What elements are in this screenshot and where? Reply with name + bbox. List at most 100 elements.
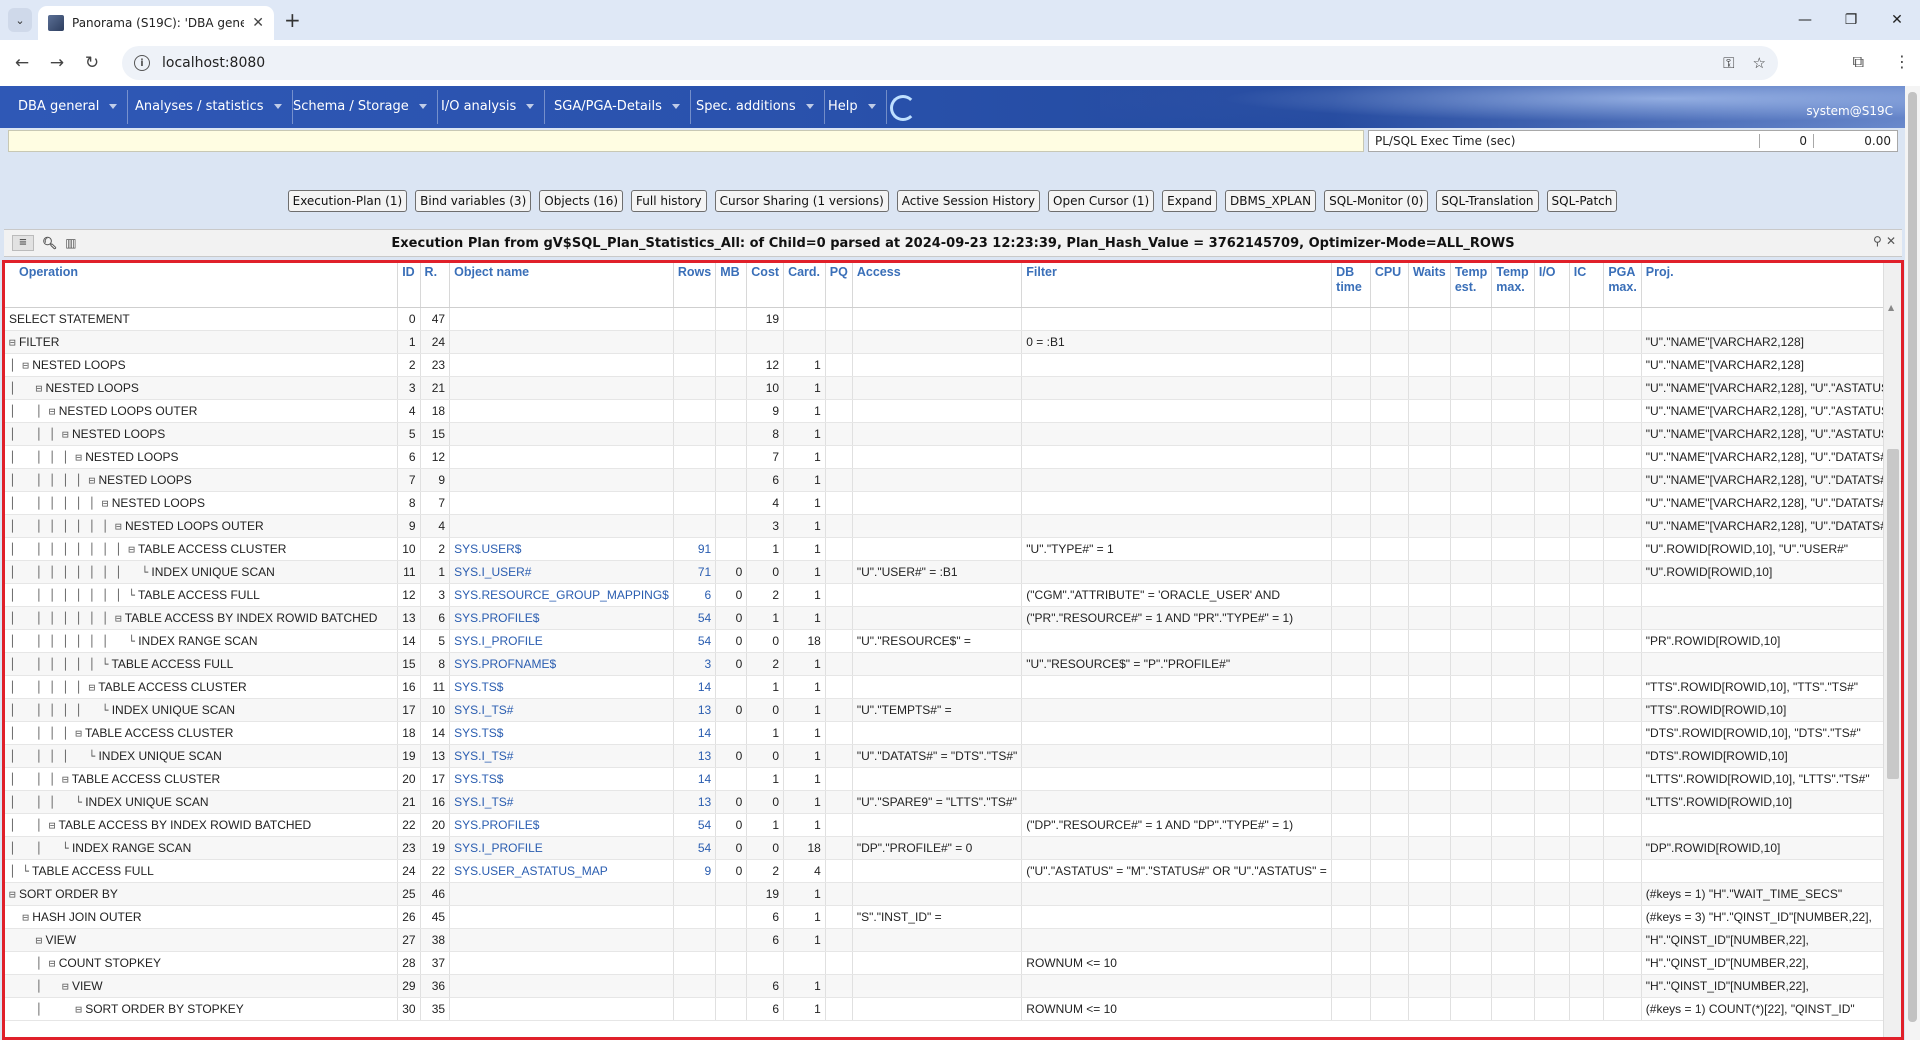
column-header[interactable]: CPU (1370, 263, 1409, 308)
column-header[interactable]: DB time (1331, 263, 1371, 308)
cell-rows[interactable]: 14 (673, 767, 717, 791)
table-row[interactable]: │ │ │ │ │ │ └ TABLE ACCESS FULL 15 8 SYS.PR… (5, 652, 1901, 676)
minimize-icon[interactable]: — (1782, 0, 1828, 40)
menu-schema-storage[interactable]: Schema / Storage (279, 90, 438, 124)
cell-rows[interactable]: 13 (673, 744, 717, 768)
tree-indent-icon[interactable]: │ │ │ │ ⊟ (9, 727, 82, 740)
tree-indent-icon[interactable]: ⊟ (9, 336, 16, 349)
reload-icon[interactable]: ↻ (79, 53, 105, 73)
table-row[interactable]: │ │ │ │ │ │ │ │ └ TABLE ACCESS FULL 12 3 SY… (5, 583, 1901, 607)
active-session-history-button[interactable]: Active Session History (896, 190, 1041, 212)
cell-obj[interactable]: SYS.PROFILE$ (449, 606, 674, 630)
tree-indent-icon[interactable]: │ │ │ ⊟ (9, 428, 69, 441)
tree-indent-icon[interactable]: │ │ │ │ │ │ │ │ └ (9, 566, 148, 579)
window-close-icon[interactable]: ✕ (1874, 0, 1920, 40)
table-row[interactable]: │ │ └ INDEX RANGE SCAN 23 19 SYS.I_PROFILE 5… (5, 836, 1901, 860)
cell-obj[interactable]: SYS.PROFILE$ (449, 813, 674, 837)
table-row[interactable]: ⊟ SORT ORDER BY 25 46 19 1 (#keys = 1) "H"."W… (5, 882, 1901, 906)
table-row[interactable]: │ ⊟ NESTED LOOPS 3 21 10 1 "U"."NAME"[VARCHAR… (5, 376, 1901, 400)
tree-indent-icon[interactable]: │ └ (9, 865, 29, 878)
tree-indent-icon[interactable]: │ │ │ │ │ ⊟ (9, 681, 95, 694)
cell-rows[interactable]: 9 (673, 859, 717, 883)
tree-indent-icon[interactable]: │ │ │ │ └ (9, 750, 95, 763)
cell-obj[interactable]: SYS.I_TS# (449, 698, 674, 722)
browser-tab[interactable]: Panorama (S19C): 'DBA genera ✕ (38, 6, 274, 40)
tree-indent-icon[interactable]: │ ⊟ (9, 382, 42, 395)
tree-indent-icon[interactable]: │ │ │ ⊟ (9, 773, 69, 786)
cell-rows[interactable]: 71 (673, 560, 717, 584)
column-header[interactable]: Waits (1408, 263, 1451, 308)
column-header[interactable]: Access (852, 263, 1023, 308)
column-header[interactable]: IC (1569, 263, 1605, 308)
tree-indent-icon[interactable]: ⊟ (9, 934, 42, 947)
table-row[interactable]: │ │ │ │ │ ⊟ TABLE ACCESS CLUSTER 16 11 SYS.… (5, 675, 1901, 699)
column-header[interactable]: ID (397, 263, 421, 308)
page-scrollbar[interactable] (1905, 86, 1920, 1040)
open-cursor-button[interactable]: Open Cursor (1) (1048, 190, 1155, 212)
cell-rows[interactable]: 13 (673, 698, 717, 722)
table-row[interactable]: │ │ │ │ │ │ ⊟ NESTED LOOPS 8 7 4 1 "U"."NAME"… (5, 491, 1901, 515)
cell-obj[interactable]: SYS.TS$ (449, 721, 674, 745)
table-row[interactable]: │ │ │ │ └ INDEX UNIQUE SCAN 19 13 SYS.I_TS#… (5, 744, 1901, 768)
site-info-icon[interactable]: i (134, 55, 150, 71)
tree-indent-icon[interactable]: │ │ │ │ │ │ │ ⊟ (9, 612, 122, 625)
tree-indent-icon[interactable]: │ │ │ │ │ ⊟ (9, 474, 95, 487)
sql-translation-button[interactable]: SQL-Translation (1436, 190, 1539, 212)
tree-indent-icon[interactable]: │ │ └ (9, 842, 69, 855)
table-row[interactable]: │ │ ⊟ NESTED LOOPS OUTER 4 18 9 1 "U"."NAME"[… (5, 399, 1901, 423)
tree-indent-icon[interactable]: │ │ │ │ │ └ (9, 704, 108, 717)
url-text[interactable]: localhost:8080 (162, 55, 1723, 71)
cell-obj[interactable]: SYS.TS$ (449, 675, 674, 699)
cell-obj[interactable]: SYS.TS$ (449, 767, 674, 791)
menu-dba-general[interactable]: DBA general (4, 90, 129, 124)
menu-analyses-statistics[interactable]: Analyses / statistics (121, 90, 293, 124)
execution-plan-button[interactable]: Execution-Plan (1) (287, 190, 408, 212)
column-header[interactable]: Temp est. (1450, 263, 1493, 308)
cell-rows[interactable]: 91 (673, 537, 717, 561)
table-row[interactable]: │ ⊟ SORT ORDER BY STOPKEY 30 35 6 1 ROWNUM <=… (5, 997, 1901, 1021)
cell-obj[interactable]: SYS.I_PROFILE (449, 836, 674, 860)
table-row[interactable]: │ │ │ │ │ │ │ ⊟ TABLE ACCESS BY INDEX RO… (5, 606, 1901, 630)
cell-obj[interactable]: SYS.USER$ (449, 537, 674, 561)
menu-io-analysis[interactable]: I/O analysis (427, 90, 546, 124)
tree-indent-icon[interactable]: │ │ │ │ │ │ │ ⊟ (9, 520, 122, 533)
cell-rows[interactable]: 54 (673, 836, 717, 860)
column-header[interactable]: Filter (1021, 263, 1333, 308)
bind-variables-button[interactable]: Bind variables (3) (415, 190, 532, 212)
page-scrollbar-thumb[interactable] (1908, 92, 1917, 1022)
cell-rows[interactable]: 54 (673, 813, 717, 837)
column-header[interactable]: PGA max. (1603, 263, 1642, 308)
tree-indent-icon[interactable]: │ │ │ │ │ │ │ │ └ (9, 589, 135, 602)
column-header[interactable]: Proj. (1641, 263, 1901, 308)
cell-obj[interactable]: SYS.PROFNAME$ (449, 652, 674, 676)
tree-indent-icon[interactable]: │ │ ⊟ (9, 819, 55, 832)
table-row[interactable]: ⊟ FILTER 1 24 0 = :B1 "U"."NAME"[VARCHAR2,12… (5, 330, 1901, 354)
tab-search-chevron-icon[interactable]: ⌄ (8, 8, 32, 32)
table-row[interactable]: │ │ │ │ ⊟ NESTED LOOPS 6 12 7 1 "U"."NAME"[VA… (5, 445, 1901, 469)
bookmark-star-icon[interactable]: ☆ (1753, 54, 1766, 72)
extensions-puzzle-icon[interactable]: ⧉ (1853, 52, 1864, 72)
cursor-sharing-button[interactable]: Cursor Sharing (1 versions) (714, 190, 889, 212)
close-icon[interactable]: ✕ (252, 15, 264, 31)
cell-rows[interactable]: 54 (673, 629, 717, 653)
refresh-icon[interactable] (890, 95, 916, 121)
table-row[interactable]: │ ⊟ COUNT STOPKEY 28 37 ROWNUM <= 10 "H"."QI… (5, 951, 1901, 975)
table-row[interactable]: │ │ │ │ │ │ │ ⊟ NESTED LOOPS OUTER 9 4 3 1 "U… (5, 514, 1901, 538)
cell-obj[interactable]: SYS.RESOURCE_GROUP_MAPPING$ (449, 583, 674, 607)
table-row[interactable]: │ │ │ ⊟ TABLE ACCESS CLUSTER 20 17 SYS.TS$ 1… (5, 767, 1901, 791)
tree-indent-icon[interactable]: │ │ │ │ │ │ │ │ ⊟ (9, 543, 135, 556)
full-history-button[interactable]: Full history (631, 190, 707, 212)
url-field[interactable]: i localhost:8080 ⚿ ☆ (122, 46, 1778, 80)
table-row[interactable]: │ │ │ │ ⊟ TABLE ACCESS CLUSTER 18 14 SYS.TS… (5, 721, 1901, 745)
back-arrow-icon[interactable]: ← (9, 53, 35, 73)
expand-button[interactable]: Expand (1162, 190, 1218, 212)
table-row[interactable]: │ ⊟ VIEW 29 36 6 1 "H"."QINST_ID"[NUMBER,22], (5, 974, 1901, 998)
dbms-xplan-button[interactable]: DBMS_XPLAN (1225, 190, 1317, 212)
tree-indent-icon[interactable]: │ │ │ │ │ │ └ (9, 658, 108, 671)
table-row[interactable]: │ │ │ │ │ └ INDEX UNIQUE SCAN 17 10 SYS.I_T… (5, 698, 1901, 722)
tree-indent-icon[interactable]: │ ⊟ (9, 980, 68, 993)
table-row[interactable]: │ │ │ │ │ │ │ └ INDEX RANGE SCAN 14 5 SYS.I… (5, 629, 1901, 653)
cell-obj[interactable]: SYS.I_PROFILE (449, 629, 674, 653)
column-header[interactable]: Operation (5, 263, 399, 308)
tree-indent-icon[interactable]: │ │ ⊟ (9, 405, 55, 418)
